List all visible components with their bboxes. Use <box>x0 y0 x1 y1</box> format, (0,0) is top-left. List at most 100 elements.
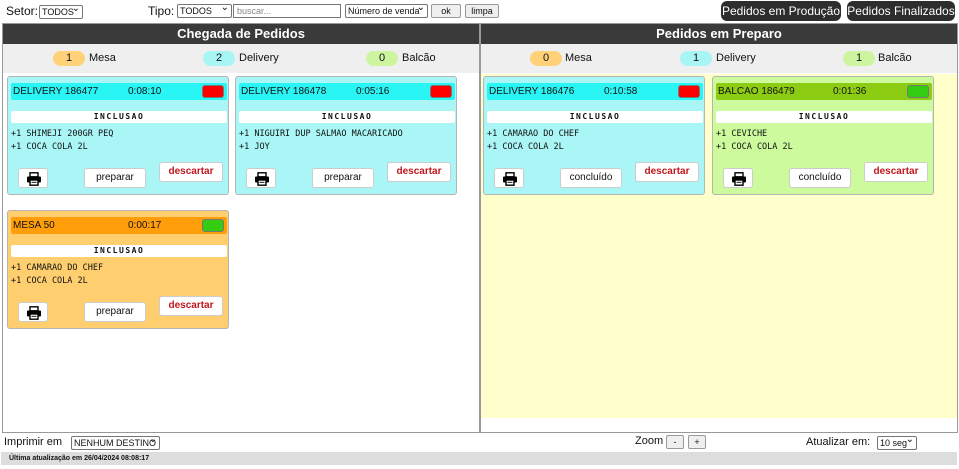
order-card: DELIVERY 186476 0:10:58 INCLUSAO +1 CAMARAO… <box>483 76 705 195</box>
print-destination-select[interactable]: NENHUM DESTINO <box>71 434 160 450</box>
setor-label: Setor: <box>6 4 39 18</box>
order-timer: 0:01:36 <box>833 86 867 97</box>
mesa-count-label: Mesa <box>565 52 592 64</box>
order-item: +1 SHIMEJI 200GR PEQ <box>11 129 114 139</box>
order-item: +1 JOY <box>239 142 270 152</box>
order-card: DELIVERY 186478 0:05:16 INCLUSAO +1 NIGUIRI… <box>235 76 457 195</box>
tipo-label: Tipo: <box>148 4 175 18</box>
last-update-status: Última atualização em 26/04/2024 08:08:1… <box>1 452 957 465</box>
prepare-button[interactable]: preparar <box>84 302 146 322</box>
order-item: +1 COCA COLA 2L <box>716 142 793 152</box>
complete-button[interactable]: concluído <box>560 168 622 188</box>
incoming-orders-panel: Chegada de Pedidos 1 Mesa 2 Delivery 0 B… <box>2 23 480 433</box>
footer-controls: Imprimir em NENHUM DESTINO Zoom - + Atua… <box>0 433 959 451</box>
order-item: +1 COCA COLA 2L <box>11 276 88 286</box>
order-card-header: BALCAO 186479 0:01:36 <box>716 83 932 100</box>
order-number: DELIVERY 186478 <box>241 86 327 97</box>
order-timer: 0:10:58 <box>604 86 638 97</box>
printer-icon <box>502 172 518 189</box>
order-number: BALCAO 186479 <box>718 86 795 97</box>
order-card-header: DELIVERY 186477 0:08:10 <box>11 83 227 100</box>
complete-button[interactable]: concluído <box>789 168 851 188</box>
order-section-label: INCLUSAO <box>716 111 932 123</box>
order-item: +1 CAMARAO DO CHEF <box>487 129 580 139</box>
preparing-orders-panel: Pedidos em Preparo 0 Mesa 1 Delivery 1 B… <box>480 23 958 433</box>
filter-bar: Setor: TODOS Tipo: TODOS buscar... Númer… <box>0 0 959 22</box>
incoming-orders-area: DELIVERY 186477 0:08:10 INCLUSAO +1 SHIMEJI… <box>3 74 479 432</box>
panel-title: Chegada de Pedidos <box>3 24 479 44</box>
search-input[interactable]: buscar... <box>233 4 341 18</box>
delivery-count-label: Delivery <box>716 52 756 64</box>
order-item: +1 COCA COLA 2L <box>11 142 88 152</box>
mesa-count-label: Mesa <box>89 52 116 64</box>
zoom-out-button[interactable]: - <box>666 435 684 449</box>
print-button[interactable] <box>494 168 524 188</box>
preparing-orders-area: DELIVERY 186476 0:10:58 INCLUSAO +1 CAMARAO… <box>481 74 957 418</box>
order-card: BALCAO 186479 0:01:36 INCLUSAO +1 CEVICHE +1… <box>712 76 934 195</box>
order-count-bar: 0 Mesa 1 Delivery 1 Balcão <box>481 44 957 73</box>
print-button[interactable] <box>246 168 276 188</box>
order-card-header: DELIVERY 186476 0:10:58 <box>487 83 703 100</box>
mesa-count: 0 <box>530 51 562 66</box>
printer-icon <box>254 172 270 189</box>
tipo-select[interactable]: TODOS <box>177 2 232 18</box>
order-card-header: DELIVERY 186478 0:05:16 <box>239 83 455 100</box>
balcao-count-label: Balcão <box>402 52 436 64</box>
status-light-red <box>202 85 224 98</box>
prepare-button[interactable]: preparar <box>312 168 374 188</box>
status-light-green <box>202 219 224 232</box>
discard-button[interactable]: descartar <box>635 162 699 182</box>
clear-button[interactable]: limpa <box>465 4 499 18</box>
delivery-count: 1 <box>680 51 712 66</box>
order-section-label: INCLUSAO <box>11 245 227 257</box>
order-card: MESA 50 0:00:17 INCLUSAO +1 CAMARAO DO CHEF… <box>7 210 229 329</box>
print-destination-label: Imprimir em <box>4 436 63 448</box>
order-timer: 0:05:16 <box>356 86 390 97</box>
printer-icon <box>731 172 747 189</box>
zoom-label: Zoom <box>635 435 664 447</box>
search-field-select[interactable]: Número de venda <box>345 2 428 18</box>
order-item: +1 CEVICHE <box>716 129 768 139</box>
refresh-interval-select[interactable]: 10 seg <box>877 434 917 450</box>
printer-icon <box>26 172 42 189</box>
discard-button[interactable]: descartar <box>159 162 223 182</box>
order-number: DELIVERY 186477 <box>13 86 99 97</box>
zoom-in-button[interactable]: + <box>688 435 706 449</box>
order-item: +1 CAMARAO DO CHEF <box>11 263 104 273</box>
prepare-button[interactable]: preparar <box>84 168 146 188</box>
pedidos-finalizados-button[interactable]: Pedidos Finalizados <box>847 1 955 21</box>
discard-button[interactable]: descartar <box>159 296 223 316</box>
delivery-count: 2 <box>203 51 235 66</box>
balcao-count: 0 <box>366 51 398 66</box>
balcao-count: 1 <box>843 51 875 66</box>
order-section-label: INCLUSAO <box>11 111 227 123</box>
order-number: MESA 50 <box>13 220 55 231</box>
order-timer: 0:08:10 <box>128 86 162 97</box>
printer-icon <box>26 306 42 323</box>
status-light-green <box>907 85 929 98</box>
order-section-label: INCLUSAO <box>239 111 455 123</box>
order-timer: 0:00:17 <box>128 220 162 231</box>
order-item: +1 NIGUIRI DUP SALMAO MACARICADO <box>239 129 403 139</box>
order-card-header: MESA 50 0:00:17 <box>11 217 227 234</box>
order-section-label: INCLUSAO <box>487 111 703 123</box>
status-light-red <box>430 85 452 98</box>
order-number: DELIVERY 186476 <box>489 86 575 97</box>
refresh-interval-label: Atualizar em: <box>806 436 871 448</box>
panel-title: Pedidos em Preparo <box>481 24 957 44</box>
setor-select[interactable]: TODOS <box>39 3 83 19</box>
status-light-red <box>678 85 700 98</box>
print-button[interactable] <box>723 168 753 188</box>
pedidos-producao-button[interactable]: Pedidos em Produção <box>721 1 841 21</box>
ok-button[interactable]: ok <box>431 4 461 18</box>
print-button[interactable] <box>18 302 48 322</box>
discard-button[interactable]: descartar <box>387 162 451 182</box>
mesa-count: 1 <box>53 51 85 66</box>
order-item: +1 COCA COLA 2L <box>487 142 564 152</box>
order-count-bar: 1 Mesa 2 Delivery 0 Balcão <box>3 44 479 73</box>
balcao-count-label: Balcão <box>878 52 912 64</box>
print-button[interactable] <box>18 168 48 188</box>
order-card: DELIVERY 186477 0:08:10 INCLUSAO +1 SHIMEJI… <box>7 76 229 195</box>
discard-button[interactable]: descartar <box>864 162 928 182</box>
delivery-count-label: Delivery <box>239 52 279 64</box>
